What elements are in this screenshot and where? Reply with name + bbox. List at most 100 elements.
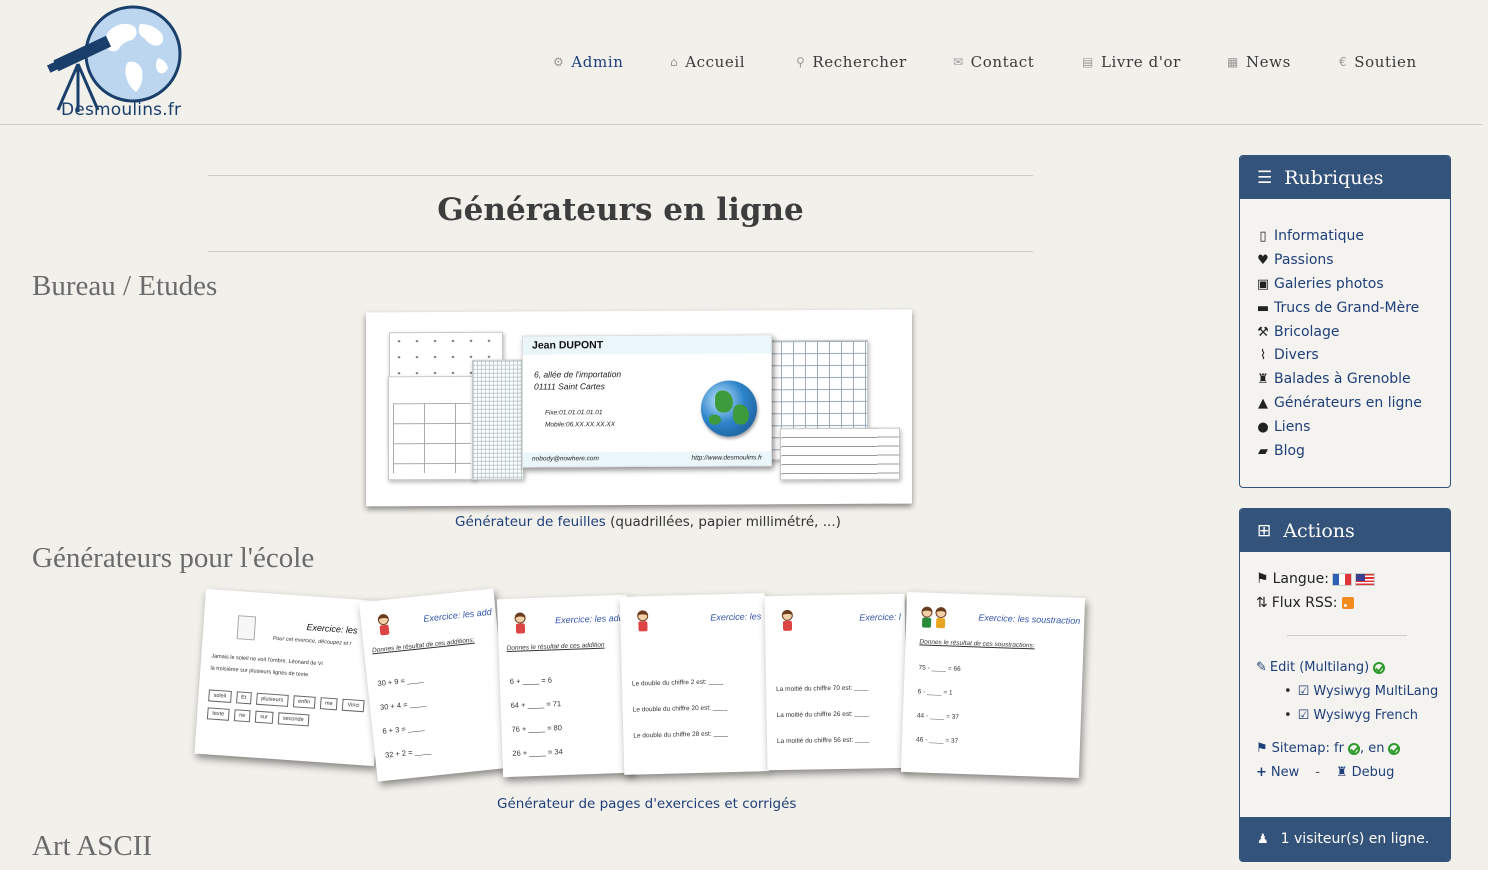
exercise-sheet: Exercice: les add Donnes le résultat de … bbox=[358, 588, 513, 782]
paperclip-icon: ⌇ bbox=[1259, 347, 1267, 363]
logo-text[interactable]: Desmoulins.fr bbox=[61, 100, 181, 120]
road-icon: ▲ bbox=[1258, 395, 1268, 411]
exercise-subtitle: Pour cet exercice, découpez et r bbox=[272, 635, 352, 648]
exercise-sheet: Exercice: l La moitié du chiffre 70 est:… bbox=[764, 593, 908, 771]
check-circle-icon bbox=[1388, 742, 1401, 755]
sitemap-en-link[interactable]: , en bbox=[1360, 741, 1385, 756]
sidebar-item-bricolage[interactable]: ⚒ Bricolage bbox=[1256, 324, 1339, 340]
nav-news[interactable]: ▦ News bbox=[1227, 51, 1291, 73]
section-heading-ecole: Générateurs pour l'école bbox=[32, 542, 315, 574]
sidebar-item-label: Blog bbox=[1274, 443, 1305, 459]
envelope-icon: ✉ bbox=[953, 55, 964, 69]
sidebar-item-liens[interactable]: ● Liens bbox=[1256, 419, 1310, 435]
nav-admin[interactable]: ⚙ Admin bbox=[553, 51, 623, 73]
exercise-line: 64 + ____ = 71 bbox=[510, 699, 562, 710]
bars-icon: ☰ bbox=[1257, 167, 1273, 188]
check-circle-icon bbox=[1347, 742, 1360, 755]
sidebar-item-balades[interactable]: ♜ Balades à Grenoble bbox=[1256, 371, 1411, 387]
nav-label: Rechercher bbox=[812, 53, 907, 71]
exercise-generator-thumbnail[interactable]: Exercice: les Pour cet exercice, découpe… bbox=[190, 583, 1095, 793]
rss-icon[interactable] bbox=[1341, 597, 1354, 609]
exercise-line: 44 - ____ = 37 bbox=[916, 712, 960, 721]
rook-icon: ♜ bbox=[1257, 371, 1269, 387]
sidebar-item-divers[interactable]: ⌇ Divers bbox=[1256, 347, 1319, 363]
exercise-sheet: Exercice: les soustraction Donnes le rés… bbox=[900, 591, 1086, 779]
sidebar-item-label: Liens bbox=[1274, 419, 1311, 435]
word-tile: texte bbox=[206, 707, 230, 721]
card-fixe: Fixe:01.01.01.01.01 bbox=[545, 409, 603, 417]
child-avatar-icon bbox=[634, 610, 651, 632]
sidebar-item-informatique[interactable]: ▯ Informatique bbox=[1256, 228, 1364, 244]
sheet-generator-caption: Générateur de feuilles (quadrillées, pap… bbox=[455, 514, 841, 530]
word-tile: plusieurs bbox=[255, 692, 289, 707]
nav-label: Livre d'or bbox=[1100, 53, 1181, 71]
sidebar-item-blog[interactable]: ▰ Blog bbox=[1256, 443, 1305, 459]
site-header: Desmoulins.fr ⚙ Admin ⌂ Accueil ⚲ Recherche… bbox=[0, 0, 1488, 125]
sort-icon: ⇅ bbox=[1256, 595, 1268, 611]
flag-us-icon[interactable] bbox=[1354, 572, 1375, 586]
exercise-line: 46 - ____ = 37 bbox=[915, 736, 959, 745]
wysiwyg-multilang-link[interactable]: Wysiwyg MultiLang bbox=[1313, 684, 1438, 699]
card-mobile: Mobile:06.XX.XX.XX.XX bbox=[545, 421, 616, 429]
rubriques-header: ☰ Rubriques bbox=[1240, 156, 1450, 199]
pencil-icon: ✎ bbox=[1256, 660, 1267, 675]
card-address-line: 6, allée de l'importation bbox=[534, 369, 622, 380]
section-heading-bureau: Bureau / Etudes bbox=[32, 270, 218, 302]
wysiwyg-multi-row: • ☑ Wysiwyg MultiLang bbox=[1284, 684, 1438, 699]
exercise-line: la troisième sur plusieurs lignes de tex… bbox=[210, 665, 310, 679]
globe-icon: ● bbox=[1257, 419, 1269, 435]
new-link[interactable]: New bbox=[1271, 765, 1299, 780]
word-tile: enfin bbox=[292, 695, 316, 709]
sidebar-item-generateurs[interactable]: ▲ Générateurs en ligne bbox=[1256, 395, 1422, 411]
exercise-generator-link[interactable]: Générateur de pages d'exercices et corri… bbox=[497, 796, 796, 812]
sidebar-item-trucs[interactable]: ▬ Trucs de Grand-Mère bbox=[1256, 300, 1419, 316]
nav-rechercher[interactable]: ⚲ Rechercher bbox=[796, 51, 907, 73]
sitemap-fr-link[interactable]: Sitemap: fr bbox=[1272, 741, 1344, 756]
wysiwyg-french-link[interactable]: Wysiwyg French bbox=[1313, 708, 1418, 723]
exercise-line: Le double du chiffre 28 est: ____ bbox=[633, 730, 728, 740]
nav-contact[interactable]: ✉ Contact bbox=[953, 51, 1034, 73]
nav-accueil[interactable]: ⌂ Accueil bbox=[670, 51, 745, 73]
exercise-line: Le double du chiffre 2 est: ____ bbox=[631, 678, 723, 688]
sidebar-item-galeries[interactable]: ▣ Galeries photos bbox=[1256, 276, 1384, 292]
word-tile: Et bbox=[235, 691, 252, 705]
nav-soutien[interactable]: € Soutien bbox=[1339, 51, 1417, 73]
child-avatar-icon bbox=[779, 609, 795, 632]
exercise-line: 76 + ____ = 80 bbox=[511, 723, 563, 734]
flag-fr-icon[interactable] bbox=[1331, 572, 1352, 586]
child-avatar-icon bbox=[511, 612, 528, 635]
edit-multilang-link[interactable]: Edit (Multilang) bbox=[1270, 660, 1369, 675]
debug-link[interactable]: Debug bbox=[1352, 765, 1395, 780]
actions-title: Actions bbox=[1283, 519, 1355, 542]
exercise-line: Jamais le soleil ne voit l'ombre. Léonar… bbox=[211, 653, 323, 668]
langue-label: Langue: bbox=[1272, 571, 1329, 587]
flag-icon: ⚑ bbox=[1256, 741, 1268, 756]
nav-label: Soutien bbox=[1354, 53, 1417, 71]
new-debug-row: + New - ♜ Debug bbox=[1256, 765, 1394, 780]
home-icon: ⌂ bbox=[670, 55, 679, 69]
word-tile: seconde bbox=[277, 712, 309, 727]
header-divider bbox=[0, 124, 1482, 125]
briefcase-icon: ▰ bbox=[1258, 443, 1268, 459]
card-address: 6, allée de l'importation 01111 Saint Ca… bbox=[534, 368, 621, 392]
nav-label: Accueil bbox=[685, 53, 746, 71]
card-phones: Fixe:01.01.01.01.01 Mobile:06.XX.XX.XX.X… bbox=[545, 407, 615, 431]
word-tiles: soleil Et plusieurs enfin me Vinci texte… bbox=[206, 689, 369, 730]
exercise-line: 6 + ____ = 6 bbox=[509, 675, 553, 686]
sidebar-item-passions[interactable]: ♥ Passions bbox=[1256, 252, 1334, 268]
card-email: nobody@nowhere.com bbox=[532, 455, 599, 463]
rss-row: ⇅ Flux RSS: bbox=[1256, 595, 1354, 611]
sheet-generator-thumbnail[interactable]: Jean DUPONT 6, allée de l'importation 01… bbox=[366, 309, 912, 507]
document-icon bbox=[236, 615, 257, 641]
exercise-line: 75 - ____ = 66 bbox=[918, 664, 961, 673]
bullet: • bbox=[1284, 708, 1292, 723]
exercise-subtitle: Donnes le résultat de ces additions: bbox=[371, 636, 475, 655]
actions-panel: ⊞ Actions ⚑ Langue: ⇅ Flux RSS: ✎ Edit (M… bbox=[1239, 508, 1451, 862]
page-title: Générateurs en ligne bbox=[437, 192, 804, 228]
sidebar-item-label: Passions bbox=[1274, 252, 1334, 268]
sheet-generator-link[interactable]: Générateur de feuilles bbox=[455, 514, 606, 530]
separator: - bbox=[1315, 765, 1320, 780]
nav-livre-dor[interactable]: ▤ Livre d'or bbox=[1082, 51, 1181, 73]
rss-label: Flux RSS: bbox=[1271, 595, 1338, 611]
rubriques-title: Rubriques bbox=[1284, 166, 1384, 189]
